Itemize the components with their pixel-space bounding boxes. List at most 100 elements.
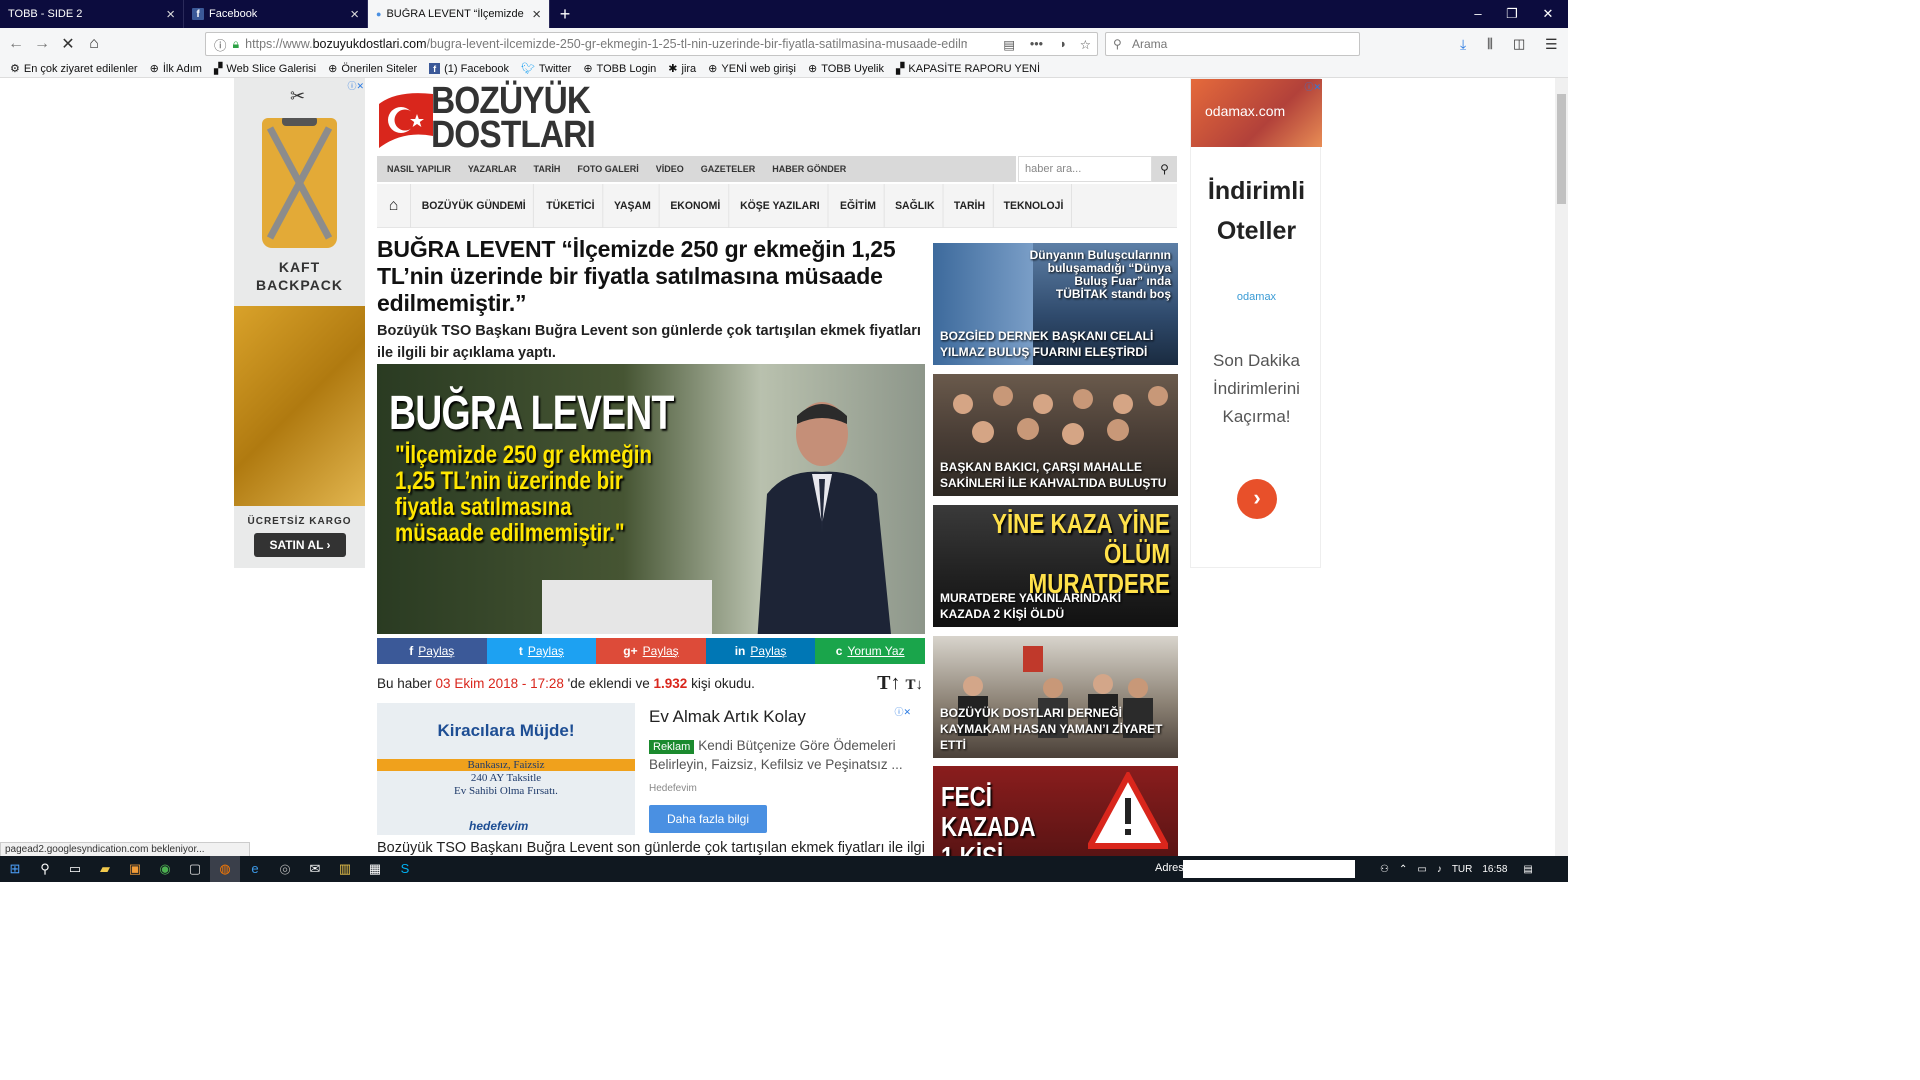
windows-start-icon[interactable]: ⊞ — [0, 856, 30, 882]
bookmark-item[interactable]: ⊕ Önerilen Siteler — [328, 62, 417, 76]
top-menu-item[interactable]: NASIL YAPILIR — [387, 164, 451, 174]
search-input[interactable]: ⚲ Arama — [1105, 32, 1360, 56]
bookmark-item[interactable]: ⊕ TOBB Login — [583, 62, 656, 76]
top-menu-item[interactable]: VİDEO — [656, 164, 684, 174]
main-menu-item[interactable]: SAĞLIK — [888, 183, 944, 228]
scrollbar-thumb[interactable] — [1557, 94, 1566, 204]
tab-facebook[interactable]: f Facebook × — [184, 0, 368, 28]
main-menu-item[interactable]: TEKNOLOJİ — [996, 183, 1073, 228]
info-icon[interactable]: ⓘ — [214, 35, 227, 54]
main-menu-item[interactable]: BOZÜYÜK GÜNDEMİ — [414, 183, 535, 228]
ad-buy-button[interactable]: SATIN AL › — [254, 533, 346, 557]
close-icon[interactable]: × — [166, 6, 175, 23]
share-button[interactable]: in Paylaş — [705, 638, 816, 664]
bookmark-item[interactable]: ⊕ YENİ web girişi — [708, 62, 796, 76]
volume-icon[interactable]: ♪ — [1437, 864, 1442, 875]
bookmark-item[interactable]: ⚙ En çok ziyaret edilenler — [10, 62, 138, 76]
share-button[interactable]: t Paylaş — [486, 638, 597, 664]
forward-arrow-icon[interactable]: → — [29, 35, 55, 53]
people-icon[interactable]: ⚇ — [1380, 864, 1389, 875]
top-menu-item[interactable]: TARİH — [534, 164, 561, 174]
adchoices-icon[interactable]: ⓘ✕ — [1299, 80, 1321, 92]
inline-ad-image[interactable]: Kiracılara Müjde! Bankasız, Faizsiz 240 … — [377, 703, 635, 835]
mail-icon[interactable]: ✉ — [300, 856, 330, 882]
task-view-icon[interactable]: ▭ — [60, 856, 90, 882]
inline-ad[interactable]: Kiracılara Müjde! Bankasız, Faizsiz 240 … — [377, 703, 925, 837]
adchoices-icon[interactable]: ⓘ✕ — [342, 79, 364, 91]
sidebar-news-card[interactable]: FECİ KAZADA 1 KİŞİ ÖLDÜ — [933, 766, 1178, 856]
url-bar[interactable]: ⓘ 🔒︎ https://www. bozuyukdostlari.com /b… — [205, 32, 1098, 56]
internet-explorer-icon[interactable]: e — [240, 856, 270, 882]
chrome-icon[interactable]: ◉ — [150, 856, 180, 882]
main-menu-item[interactable]: TÜKETİCİ — [539, 183, 604, 228]
language-indicator[interactable]: TUR — [1452, 864, 1473, 875]
sidebar-news-card[interactable]: Dünyanın Buluşcularının buluşamadığı “Dü… — [933, 243, 1178, 365]
tab-article[interactable]: ● BUĞRA LEVENT “İlçemizde 250 × — [368, 0, 550, 28]
restore-button[interactable]: ❐ — [1492, 0, 1532, 28]
close-icon[interactable]: × — [532, 6, 541, 23]
bookmark-item[interactable]: ▞ Web Slice Galerisi — [214, 62, 316, 76]
main-menu-item[interactable]: TARİH — [946, 183, 994, 228]
more-icon[interactable]: ••• — [1030, 37, 1043, 51]
top-menu-item[interactable]: GAZETELER — [701, 164, 756, 174]
font-size-icon[interactable]: T↑ T↓ — [877, 672, 923, 695]
file-explorer-icon[interactable]: ▰ — [90, 856, 120, 882]
menu-icon[interactable]: ☰ — [1545, 36, 1558, 53]
app-icon[interactable]: ◎ — [270, 856, 300, 882]
pocket-icon[interactable]: ◗ — [1059, 37, 1067, 51]
folder-icon[interactable]: ▥ — [330, 856, 360, 882]
bookmark-star-icon[interactable]: ☆ — [1080, 37, 1091, 52]
adchoices-icon[interactable]: ⓘ✕ — [889, 705, 911, 717]
bookmark-item[interactable]: 🐦︎ Twitter — [521, 62, 571, 76]
top-menu-item[interactable]: FOTO GALERİ — [577, 164, 638, 174]
messenger-icon[interactable]: ▢ — [180, 856, 210, 882]
top-menu-item[interactable]: YAZARLAR — [468, 164, 517, 174]
home-icon[interactable]: ⌂ — [81, 35, 107, 53]
page-scrollbar[interactable] — [1555, 78, 1568, 856]
inline-ad-headline[interactable]: Ev Almak Artık Kolay — [649, 707, 806, 727]
share-button[interactable]: g+ Paylaş — [596, 638, 706, 664]
share-button[interactable]: f Paylaş — [377, 638, 487, 664]
new-tab-button[interactable]: + — [550, 0, 580, 28]
clock[interactable]: 16:58 — [1482, 864, 1507, 875]
search-icon[interactable]: ⚲ — [30, 856, 60, 882]
share-button[interactable]: c Yorum Yaz — [815, 638, 925, 664]
network-icon[interactable]: ▭ — [1417, 864, 1426, 875]
search-icon[interactable]: ⚲ — [1152, 156, 1177, 182]
calculator-icon[interactable]: ▦ — [360, 856, 390, 882]
chevron-right-icon[interactable]: › — [1237, 479, 1277, 519]
site-logo[interactable]: BOZÜYÜK DOSTLARI — [377, 80, 596, 154]
main-menu-item[interactable]: YAŞAM — [607, 183, 660, 228]
sidebar-news-card[interactable]: YİNE KAZA YİNE ÖLÜM MURATDERE MURATDERE … — [933, 505, 1178, 627]
close-window-button[interactable]: ✕ — [1528, 0, 1568, 28]
notifications-icon[interactable]: ▤ — [1523, 864, 1532, 875]
main-menu-item[interactable]: EKONOMİ — [663, 183, 729, 228]
main-menu-item[interactable]: EĞİTİM — [833, 183, 885, 228]
left-ad-banner[interactable]: ⓘ✕ ✂ KAFT BACKPACK ÜCRETSİZ KARGO SATIN … — [234, 78, 365, 568]
sidebar-icon[interactable]: ◫ — [1513, 36, 1525, 52]
inline-ad-button[interactable]: Daha fazla bilgi — [649, 805, 767, 833]
bookmark-item[interactable]: ▞ KAPASİTE RAPORU YENİ — [896, 62, 1040, 76]
firefox-icon[interactable]: ◍ — [210, 856, 240, 882]
skype-icon[interactable]: S — [390, 856, 420, 882]
back-arrow-icon[interactable]: ← — [3, 35, 29, 53]
download-icon[interactable]: ⤓ — [1460, 36, 1466, 53]
tab-tobb[interactable]: TOBB - SIDE 2 × — [0, 0, 184, 28]
stop-icon[interactable]: ✕ — [55, 34, 81, 54]
media-player-icon[interactable]: ▣ — [120, 856, 150, 882]
sidebar-news-card[interactable]: BAŞKAN BAKICI, ÇARŞI MAHALLE SAKİNLERİ İ… — [933, 374, 1178, 496]
bookmark-item[interactable]: ⊕ İlk Adım — [150, 62, 202, 76]
reader-view-icon[interactable]: ▤ — [1003, 37, 1015, 52]
close-icon[interactable]: × — [350, 6, 359, 23]
library-icon[interactable]: ⫼ — [1487, 36, 1493, 52]
chevron-up-icon[interactable]: ⌃ — [1399, 864, 1407, 875]
address-input[interactable] — [1183, 860, 1355, 878]
bookmark-item[interactable]: f (1) Facebook — [429, 63, 509, 75]
home-icon[interactable]: ⌂ — [377, 183, 411, 228]
right-ad-banner[interactable]: odamax.com ⓘ✕ İndirimli Oteller odamax S… — [1190, 78, 1322, 568]
top-menu-item[interactable]: HABER GÖNDER — [772, 164, 846, 174]
site-search-input[interactable]: haber ara... — [1018, 156, 1152, 182]
bookmark-item[interactable]: ⊕ TOBB Uyelik — [808, 62, 884, 76]
main-menu-item[interactable]: KÖŞE YAZILARI — [733, 183, 829, 228]
bookmark-item[interactable]: ✱ jira — [668, 62, 696, 76]
